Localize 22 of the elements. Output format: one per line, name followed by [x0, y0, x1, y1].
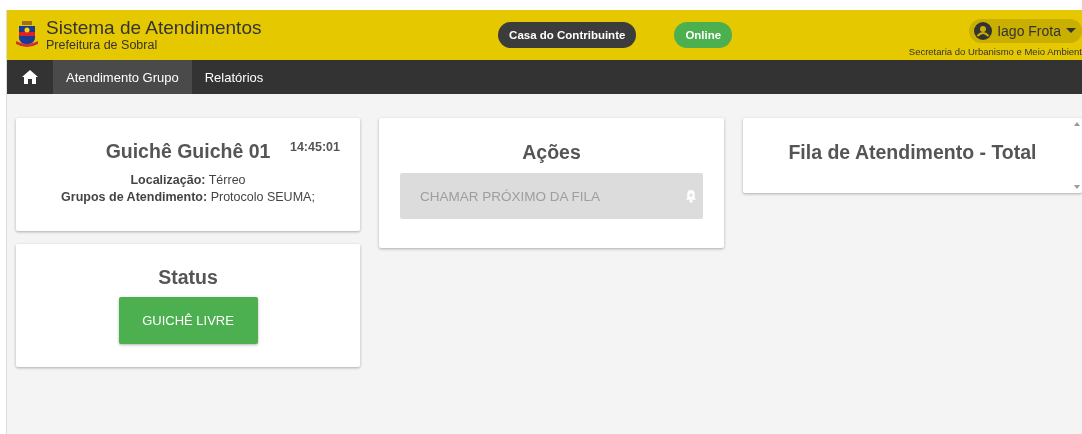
- nav-tab[interactable]: Relatórios: [191, 60, 277, 94]
- detail-text: Grupos de Atendimento: Protocolo SEUMA;: [60, 190, 316, 204]
- service-button[interactable]: Casa do Contribuinte: [498, 22, 637, 48]
- status-badge: Online: [674, 22, 733, 48]
- department-label: Secretaria do Urbanismo e Meio Ambient: [908, 46, 1082, 57]
- card-title: Ações: [521, 141, 582, 164]
- scroll-down-icon: [1074, 185, 1080, 189]
- detail-text: Localização: Térreo: [129, 173, 247, 187]
- app-title: Sistema de Atendimentos: [46, 18, 262, 38]
- app-subtitle: Prefeitura de Sobral: [46, 38, 159, 52]
- card-title: Status: [158, 266, 218, 289]
- clock-time: 14:45:01: [289, 140, 340, 154]
- bell-plus-icon: [685, 187, 697, 205]
- home-icon: [22, 70, 38, 84]
- card-title: Fila de Atendimento - Total: [787, 141, 1038, 165]
- caret-icon: [1066, 28, 1076, 34]
- user-icon: [974, 22, 993, 40]
- coat-of-arms-icon: [16, 21, 38, 49]
- card-title: Guichê Guichê 01: [105, 140, 271, 163]
- nav-tab[interactable]: Atendimento Grupo: [53, 60, 192, 94]
- scroll-up-icon: [1074, 122, 1080, 126]
- user-menu-button[interactable]: Iago Frota: [969, 19, 1082, 43]
